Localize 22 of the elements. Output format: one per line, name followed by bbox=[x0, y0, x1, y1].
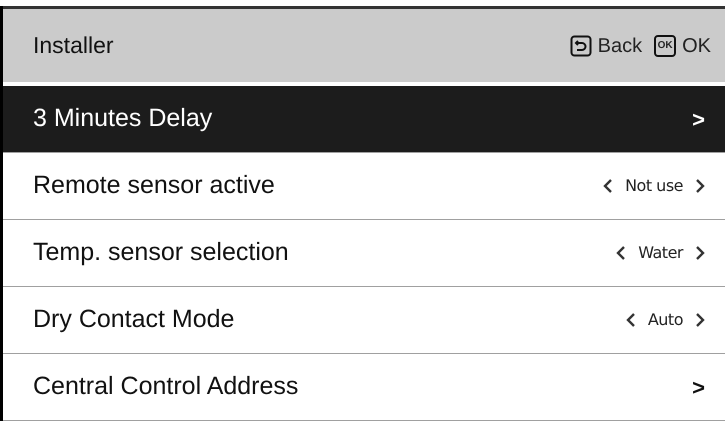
menu-item-label: Remote sensor active bbox=[33, 170, 275, 202]
chevron-right-icon[interactable] bbox=[695, 245, 705, 261]
chevron-right-icon[interactable] bbox=[695, 312, 705, 328]
chevron-left-icon[interactable] bbox=[603, 178, 614, 194]
ok-button[interactable]: OK OK bbox=[654, 30, 711, 60]
chevron-right-icon: > bbox=[692, 102, 705, 136]
menu-item-label: Dry Contact Mode bbox=[33, 304, 234, 336]
option-value: Auto bbox=[648, 309, 683, 331]
option-value: Not use bbox=[625, 175, 683, 197]
back-button[interactable]: Back bbox=[570, 30, 642, 60]
menu-item-label: Central Control Address bbox=[33, 371, 298, 402]
chevron-left-icon[interactable] bbox=[616, 245, 626, 261]
option-value: Water bbox=[638, 242, 683, 264]
menu-item-label: 3 Minutes Delay bbox=[33, 103, 212, 134]
menu-item[interactable]: 3 Minutes Delay > bbox=[3, 86, 725, 153]
chevron-right-icon: > bbox=[692, 370, 705, 404]
back-icon bbox=[570, 34, 592, 56]
ok-key-icon: OK bbox=[654, 34, 676, 56]
header-title: Installer bbox=[33, 31, 114, 60]
menu-item-label: Temp. sensor selection bbox=[33, 237, 289, 268]
chevron-left-icon[interactable] bbox=[626, 312, 636, 328]
chevron-right-icon[interactable] bbox=[695, 178, 705, 194]
